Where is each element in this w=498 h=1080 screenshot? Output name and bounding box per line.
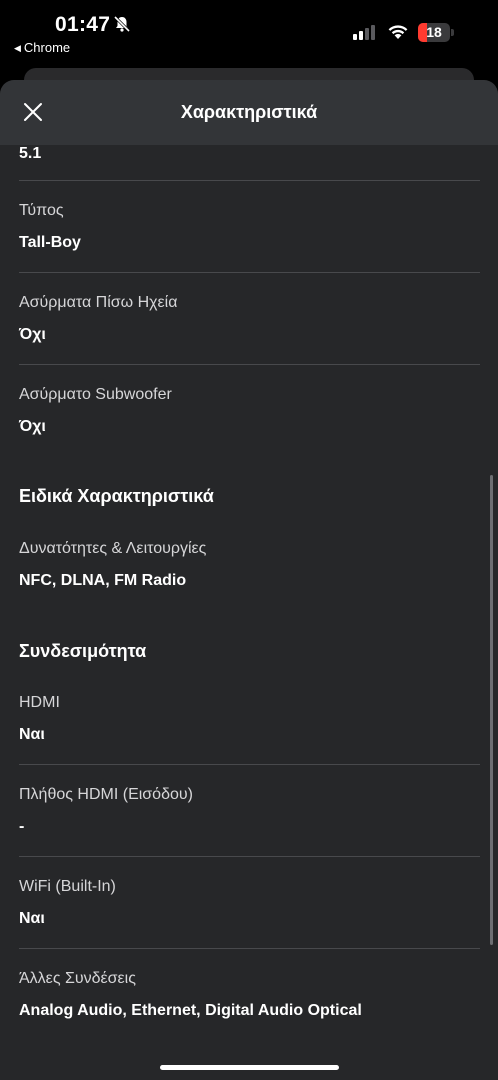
spec-value: Ναι	[19, 726, 45, 743]
spec-row-other-connections: Άλλες Συνδέσεις Analog Audio, Ethernet, …	[19, 969, 480, 1021]
divider	[19, 948, 480, 949]
spec-row-wifi: WiFi (Built-In) Ναι	[19, 877, 480, 929]
battery-level: 18	[426, 24, 442, 40]
features-list[interactable]: 5.1 Τύπος Tall-Boy Ασύρματα Πίσω Ηχεία Ό…	[0, 145, 498, 1080]
spec-row-hdmi: HDMI Ναι	[19, 693, 480, 745]
spec-value: Όχι	[19, 418, 46, 435]
cellular-signal-icon	[353, 24, 377, 40]
divider	[19, 364, 480, 365]
divider	[19, 764, 480, 765]
divider	[19, 856, 480, 857]
spec-label: WiFi (Built-In)	[19, 878, 116, 895]
spec-label: HDMI	[19, 694, 60, 711]
spec-value: NFC, DLNA, FM Radio	[19, 572, 187, 589]
bell-slash-icon	[113, 15, 131, 33]
divider	[19, 272, 480, 273]
sheet-title: Χαρακτηριστικά	[180, 102, 318, 122]
spec-label: Τύπος	[19, 202, 64, 219]
close-icon	[24, 103, 42, 121]
back-triangle-icon: ◀	[14, 43, 21, 53]
section-title-connectivity: Συνδεσιμότητα	[19, 641, 147, 661]
sheet-header: Χαρακτηριστικά	[0, 80, 498, 145]
spec-row-type: Τύπος Tall-Boy	[19, 201, 480, 253]
wifi-icon	[388, 25, 408, 39]
spec-value: Όχι	[19, 326, 46, 343]
section-title-special-features: Ειδικά Χαρακτηριστικά	[19, 486, 214, 506]
spec-row-wireless-subwoofer: Ασύρματο Subwoofer Όχι	[19, 385, 480, 437]
features-sheet: Χαρακτηριστικά 5.1 Τύπος Tall-Boy Ασύρμα…	[0, 80, 498, 1080]
spec-label: Άλλες Συνδέσεις	[19, 970, 136, 987]
back-to-app-link[interactable]: ◀ Chrome	[14, 40, 70, 55]
spec-value: -	[19, 818, 25, 835]
divider	[19, 180, 480, 181]
spec-label: Πλήθος HDMI (Εισόδου)	[19, 786, 193, 803]
scrollbar[interactable]	[490, 475, 493, 945]
status-bar: 01:47 ◀ Chrome 18	[0, 0, 498, 62]
status-time: 01:47	[55, 13, 111, 36]
home-indicator[interactable]	[160, 1065, 339, 1070]
spec-value-partial: 5.1	[19, 145, 42, 162]
spec-label: Δυνατότητες & Λειτουργίες	[19, 540, 207, 557]
spec-value: Tall-Boy	[19, 234, 81, 251]
spec-value: Ναι	[19, 910, 45, 927]
close-button[interactable]	[16, 95, 50, 129]
back-app-label: Chrome	[23, 40, 71, 55]
spec-row-hdmi-count: Πλήθος HDMI (Εισόδου) -	[19, 785, 480, 837]
battery-icon: 18	[418, 23, 454, 42]
spec-label: Ασύρματα Πίσω Ηχεία	[19, 294, 178, 311]
spec-value: Analog Audio, Ethernet, Digital Audio Op…	[19, 1002, 362, 1019]
spec-row-capabilities: Δυνατότητες & Λειτουργίες NFC, DLNA, FM …	[19, 539, 480, 591]
spec-row-wireless-rear-speakers: Ασύρματα Πίσω Ηχεία Όχι	[19, 293, 480, 345]
spec-label: Ασύρματο Subwoofer	[19, 386, 172, 403]
